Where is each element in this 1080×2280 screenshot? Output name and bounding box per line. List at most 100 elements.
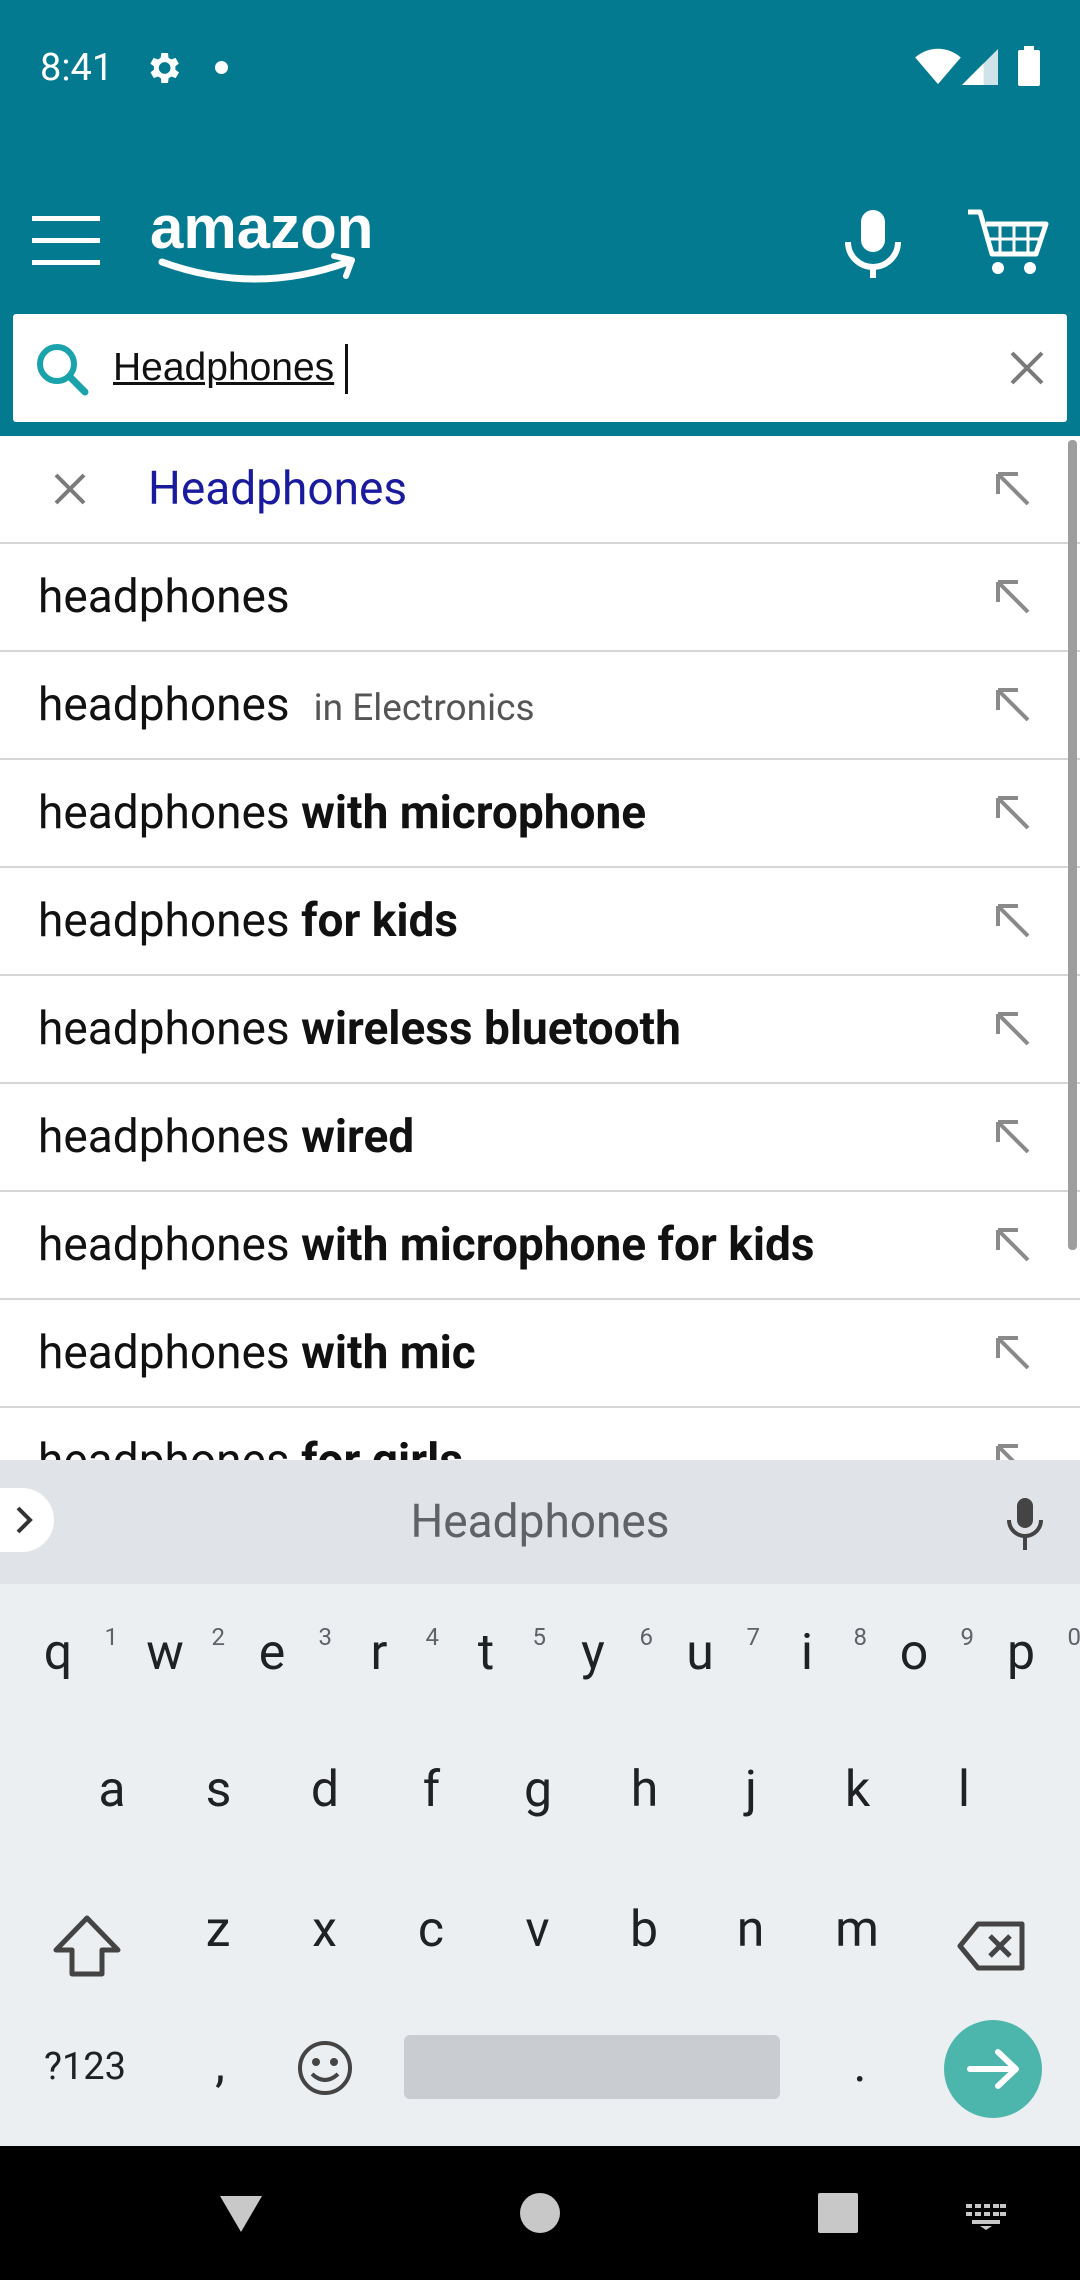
key[interactable]: n — [701, 1880, 801, 1980]
backspace-key-icon[interactable] — [956, 1910, 1028, 1982]
key[interactable]: y6 — [543, 1603, 653, 1703]
suggestion-item[interactable]: headphones with microphone — [0, 760, 1080, 868]
suggestion-item[interactable]: headphones in Electronics — [0, 652, 1080, 760]
key[interactable]: b — [594, 1880, 694, 1980]
clear-search-icon[interactable] — [1009, 350, 1045, 386]
suggestion-base: headphones — [38, 894, 290, 948]
suggestion-item[interactable]: headphones with microphone for kids — [0, 1192, 1080, 1300]
shift-key-icon[interactable] — [48, 1908, 126, 1986]
key[interactable]: m — [807, 1880, 907, 1980]
keyboard-suggestion-word[interactable]: Headphones — [0, 1460, 1080, 1584]
key-label: f — [422, 1761, 441, 1819]
suggestion-list: Headphones headphones headphones in Electr… — [0, 436, 1080, 1460]
key-label: k — [844, 1761, 871, 1819]
suggestion-item[interactable]: headphones for girls — [0, 1408, 1080, 1460]
key-label: h — [630, 1761, 659, 1819]
key-label: s — [205, 1761, 232, 1819]
suggestion-base: headphones — [38, 786, 290, 840]
key[interactable]: i8 — [757, 1603, 867, 1703]
scrollbar[interactable] — [1068, 440, 1077, 1250]
suggestion-item[interactable]: headphones wired — [0, 1084, 1080, 1192]
enter-key[interactable] — [944, 2020, 1042, 2118]
suggestion-completion: with microphone — [289, 786, 647, 840]
suggestion-completion: wireless bluetooth — [289, 1002, 681, 1056]
key[interactable]: d — [275, 1740, 375, 1840]
suggestion-items: headphones headphones in Electronics headph… — [0, 544, 1080, 1460]
fill-query-arrow-icon[interactable] — [994, 902, 1032, 940]
key[interactable]: a — [62, 1740, 162, 1840]
suggestion-item[interactable]: headphones for kids — [0, 868, 1080, 976]
fill-query-arrow-icon[interactable] — [994, 1118, 1032, 1156]
suggestion-text: headphones in Electronics — [38, 652, 535, 762]
suggestion-text: headphones for girls — [38, 1408, 463, 1460]
keyboard-mic-icon[interactable] — [1006, 1496, 1044, 1552]
comma-key[interactable]: , — [170, 2020, 270, 2110]
key-label: d — [310, 1761, 340, 1819]
text-cursor — [345, 344, 348, 394]
key-label: i — [800, 1624, 814, 1682]
fill-query-arrow-icon[interactable] — [994, 1010, 1032, 1048]
key[interactable]: g — [488, 1740, 588, 1840]
fill-query-arrow-icon[interactable] — [994, 1442, 1032, 1460]
status-time: 8:41 — [40, 46, 114, 90]
key-label: b — [629, 1901, 659, 1959]
search-bar[interactable] — [13, 314, 1067, 422]
key[interactable]: u7 — [650, 1603, 760, 1703]
key[interactable]: x — [275, 1880, 375, 1980]
suggestion-item[interactable]: headphones — [0, 544, 1080, 652]
search-input[interactable] — [113, 336, 973, 400]
keyboard-suggestion-strip: Headphones — [0, 1460, 1080, 1584]
key-label: n — [736, 1901, 765, 1959]
signal-icon — [962, 49, 998, 85]
amazon-logo[interactable]: amazon — [150, 196, 390, 286]
fill-query-arrow-icon[interactable] — [994, 1226, 1032, 1264]
back-nav-icon[interactable] — [218, 2194, 264, 2234]
recents-nav-icon[interactable] — [817, 2192, 859, 2234]
symbols-key[interactable]: ?123 — [30, 2035, 140, 2099]
key[interactable]: j — [701, 1740, 801, 1840]
key[interactable]: q1 — [8, 1603, 118, 1703]
recent-search-item[interactable]: Headphones — [0, 436, 1080, 544]
key-label: q — [43, 1624, 73, 1682]
system-nav-bar — [0, 2146, 1080, 2280]
suggestion-completion: for kids — [289, 894, 459, 948]
space-key[interactable] — [404, 2035, 780, 2099]
key[interactable]: e3 — [222, 1603, 332, 1703]
key[interactable]: h — [595, 1740, 695, 1840]
key[interactable]: z — [168, 1880, 268, 1980]
arrow-right-icon — [967, 2049, 1019, 2089]
suggestion-base: headphones — [38, 1110, 290, 1164]
suggestion-completion: wired — [289, 1110, 415, 1164]
emoji-key-icon[interactable] — [295, 2038, 355, 2098]
key[interactable]: t5 — [436, 1603, 546, 1703]
suggestion-item[interactable]: headphones with mic — [0, 1300, 1080, 1408]
key[interactable]: s — [169, 1740, 269, 1840]
fill-query-arrow-icon[interactable] — [994, 686, 1032, 724]
suggestion-item[interactable]: headphones wireless bluetooth — [0, 976, 1080, 1084]
fill-query-arrow-icon[interactable] — [994, 578, 1032, 616]
key[interactable]: r4 — [329, 1603, 439, 1703]
key[interactable]: v — [488, 1880, 588, 1980]
remove-recent-icon[interactable] — [52, 471, 88, 507]
settings-gear-icon — [150, 53, 179, 83]
home-nav-icon[interactable] — [519, 2192, 561, 2234]
suggestion-completion: with microphone for kids — [289, 1218, 815, 1272]
key[interactable]: l — [914, 1740, 1014, 1840]
voice-search-mic-icon[interactable] — [840, 206, 906, 280]
key[interactable]: p0 — [971, 1603, 1080, 1703]
period-key[interactable]: . — [810, 2020, 910, 2110]
fill-query-arrow-icon[interactable] — [994, 1334, 1032, 1372]
keyboard-switch-icon[interactable] — [966, 2204, 1006, 2230]
key[interactable]: c — [381, 1880, 481, 1980]
key[interactable]: o9 — [864, 1603, 974, 1703]
key[interactable]: f — [382, 1740, 482, 1840]
fill-query-arrow-icon[interactable] — [994, 470, 1032, 508]
key[interactable]: k — [808, 1740, 908, 1840]
logo-text: amazon — [150, 196, 373, 261]
fill-query-arrow-icon[interactable] — [994, 794, 1032, 832]
app-header: 8:41 amazon — [0, 0, 1080, 436]
menu-hamburger-icon[interactable] — [32, 210, 100, 270]
key[interactable]: w2 — [115, 1603, 225, 1703]
cart-icon[interactable] — [966, 208, 1050, 278]
suggestion-completion: with mic — [289, 1326, 476, 1380]
